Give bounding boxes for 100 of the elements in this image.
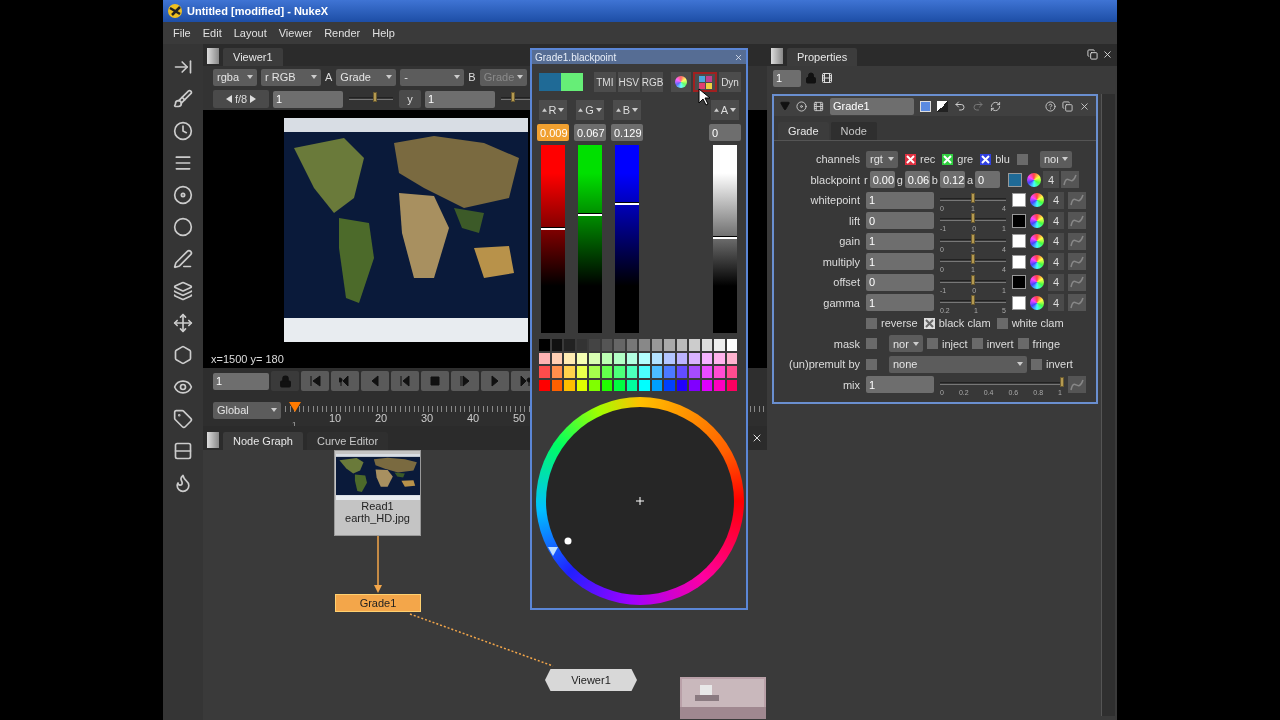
premult-dropdown[interactable]: none <box>889 355 1027 373</box>
properties-tab[interactable]: Node <box>830 122 877 140</box>
triangle-marker-icon[interactable] <box>548 547 558 556</box>
eye-icon[interactable] <box>173 377 193 397</box>
palette-swatch[interactable] <box>664 379 675 391</box>
palette-swatch[interactable] <box>614 379 625 391</box>
slider-marker[interactable] <box>578 213 602 217</box>
menu-item[interactable]: File <box>167 27 197 39</box>
palette-swatch[interactable] <box>576 352 587 364</box>
default-color-icon[interactable] <box>937 100 948 112</box>
hexagon-icon[interactable] <box>173 345 193 365</box>
channels-dropdown[interactable]: rgt <box>866 150 898 168</box>
max-panels-field[interactable]: 1 <box>773 69 801 87</box>
value-field[interactable]: 1 <box>866 232 934 250</box>
color-swatch[interactable] <box>1008 172 1023 187</box>
slider-handle[interactable] <box>511 91 515 102</box>
slider-handle[interactable] <box>971 274 975 285</box>
mode-button[interactable]: TMI <box>592 71 617 93</box>
gain-field[interactable]: 1 <box>273 90 343 108</box>
palette-swatch[interactable] <box>664 339 675 351</box>
close-icon[interactable] <box>1079 100 1090 112</box>
palette-swatch[interactable] <box>626 379 637 391</box>
color-swatch[interactable] <box>1012 213 1026 228</box>
palette-swatch[interactable] <box>651 352 662 364</box>
gamma-button[interactable]: y <box>399 90 421 108</box>
palette-swatch[interactable] <box>651 366 662 378</box>
properties-tab[interactable]: Grade <box>778 122 829 140</box>
color-wheel-icon[interactable] <box>1030 213 1044 228</box>
color-swatch[interactable] <box>1012 193 1026 208</box>
color-swatch[interactable] <box>1012 275 1026 290</box>
palette-swatch[interactable] <box>701 352 712 364</box>
pane-handle[interactable] <box>771 48 783 64</box>
palette-swatch[interactable] <box>689 352 700 364</box>
palette-swatch[interactable] <box>689 339 700 351</box>
color-wheel-icon[interactable] <box>1030 193 1044 208</box>
palette-swatch[interactable] <box>714 339 725 351</box>
range-dropdown[interactable]: Global <box>213 401 281 419</box>
palette-swatch[interactable] <box>676 339 687 351</box>
value-field[interactable]: 0.12 <box>939 171 965 189</box>
color-wheel-icon[interactable] <box>1030 234 1044 249</box>
channel-value-field[interactable]: 0.129 <box>611 124 643 141</box>
float-icon[interactable] <box>1087 49 1098 60</box>
tag-icon[interactable] <box>173 409 193 429</box>
checkbox[interactable] <box>1017 338 1029 350</box>
previous-key-icon[interactable] <box>339 375 351 387</box>
palette-swatch[interactable] <box>701 379 712 391</box>
circle-icon[interactable] <box>173 217 193 237</box>
clock-icon[interactable] <box>173 121 193 141</box>
color-wheel-icon[interactable] <box>675 76 688 88</box>
skip-start-icon[interactable] <box>309 375 321 387</box>
palette-swatch[interactable] <box>651 339 662 351</box>
palette-swatch[interactable] <box>639 339 650 351</box>
color-point-icon[interactable] <box>564 537 572 545</box>
view-icon[interactable] <box>796 100 807 112</box>
palette-swatch[interactable] <box>651 379 662 391</box>
mode-button[interactable]: RGB <box>640 71 665 93</box>
palette-swatch[interactable] <box>614 339 625 351</box>
dyn-button[interactable]: Dyn <box>718 71 742 93</box>
help-icon[interactable] <box>1045 100 1056 112</box>
palette-swatch[interactable] <box>601 352 612 364</box>
palette-swatch[interactable] <box>589 352 600 364</box>
menu-item[interactable]: Viewer <box>272 27 319 39</box>
scrollbar[interactable] <box>1101 94 1115 716</box>
checkbox[interactable] <box>971 338 983 350</box>
channel-count[interactable]: 4 <box>1048 253 1064 271</box>
palette-swatch[interactable] <box>564 339 575 351</box>
value-field[interactable]: 1 <box>866 294 934 312</box>
channel-count[interactable]: 4 <box>1048 294 1064 312</box>
frame-field[interactable]: 1 <box>213 372 269 390</box>
value-field[interactable]: 1 <box>866 376 934 394</box>
viewer-tab[interactable]: Viewer1 <box>223 48 283 66</box>
channel-slider[interactable] <box>615 145 639 333</box>
palette-swatch[interactable] <box>564 379 575 391</box>
channel-value-field[interactable]: 0.067 <box>574 124 606 141</box>
dropdown[interactable]: r RGB <box>261 68 321 86</box>
pane-handle[interactable] <box>207 48 219 64</box>
palette-swatch[interactable] <box>564 352 575 364</box>
palette-swatch[interactable] <box>726 379 737 391</box>
palette-swatch[interactable] <box>639 366 650 378</box>
palette-swatch[interactable] <box>626 352 637 364</box>
playhead-icon[interactable] <box>289 400 301 414</box>
slider-handle[interactable] <box>971 233 975 244</box>
palette-swatch[interactable] <box>639 352 650 364</box>
checkbox[interactable] <box>996 317 1008 329</box>
slider-marker[interactable] <box>615 202 639 206</box>
move-icon[interactable] <box>173 313 193 333</box>
panel-tab[interactable]: Node Graph <box>223 432 303 450</box>
channel-dropdown[interactable]: noı <box>1039 150 1072 168</box>
palette-icon[interactable] <box>698 75 712 89</box>
palette-swatch[interactable] <box>601 366 612 378</box>
brush-icon[interactable] <box>173 89 193 109</box>
channel-count[interactable]: 4 <box>1048 232 1064 250</box>
palette-swatch[interactable] <box>601 379 612 391</box>
stop-icon[interactable] <box>429 375 441 387</box>
palette-swatch[interactable] <box>601 339 612 351</box>
mode-button[interactable]: HSV <box>616 71 641 93</box>
palette-swatch[interactable] <box>589 379 600 391</box>
lines-icon[interactable] <box>173 153 193 173</box>
close-icon[interactable] <box>1102 49 1113 60</box>
checkbox[interactable] <box>927 338 938 350</box>
